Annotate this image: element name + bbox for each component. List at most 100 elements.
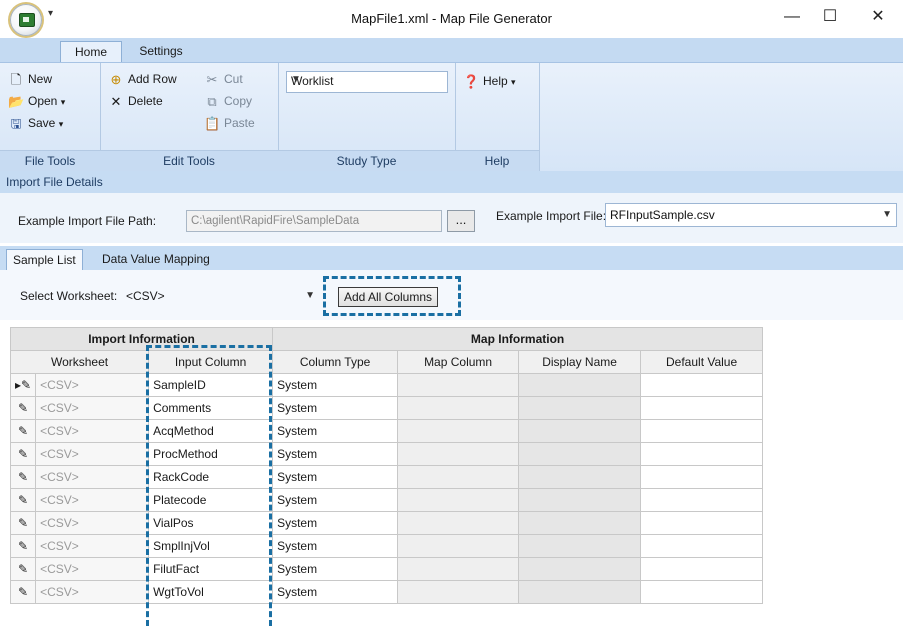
default-value-cell[interactable] <box>640 511 764 535</box>
browse-button[interactable]: ... <box>447 210 475 232</box>
default-value-cell[interactable] <box>640 557 764 581</box>
worksheet-cell[interactable]: <CSV> <box>35 534 150 558</box>
row-edit-pencil-icon[interactable]: ✎ <box>9 396 37 420</box>
tab-home[interactable]: Home <box>60 41 122 63</box>
worksheet-cell[interactable]: <CSV> <box>35 580 150 604</box>
open-button[interactable]: 📂 Open ▾ <box>8 91 65 111</box>
import-path-field[interactable]: C:\agilent\RapidFire\SampleData <box>186 210 442 232</box>
column-type-cell[interactable]: System <box>272 396 399 420</box>
study-type-select[interactable]: Worklist ▼ <box>286 71 448 93</box>
copy-button[interactable]: ⧉ Copy <box>204 91 252 111</box>
row-edit-pencil-icon[interactable]: ✎ <box>9 419 37 443</box>
display-name-cell[interactable] <box>518 442 642 466</box>
display-name-cell[interactable] <box>518 580 642 604</box>
map-column-cell[interactable] <box>397 396 520 420</box>
default-value-cell[interactable] <box>640 373 764 397</box>
display-name-cell[interactable] <box>518 488 642 512</box>
row-edit-pencil-icon[interactable]: ✎ <box>9 557 37 581</box>
column-type-cell[interactable]: System <box>272 442 399 466</box>
table-row[interactable]: ✎ <CSV> ProcMethod System <box>9 442 764 466</box>
tab-sample-list[interactable]: Sample List <box>6 249 83 271</box>
map-column-cell[interactable] <box>397 465 520 489</box>
map-column-cell[interactable] <box>397 419 520 443</box>
map-column-cell[interactable] <box>397 580 520 604</box>
default-value-cell[interactable] <box>640 396 764 420</box>
worksheet-cell[interactable]: <CSV> <box>35 511 150 535</box>
worksheet-cell[interactable]: <CSV> <box>35 442 150 466</box>
add-row-button[interactable]: ⊕ Add Row <box>108 69 177 89</box>
row-edit-pencil-icon[interactable]: ✎ <box>9 488 37 512</box>
display-name-cell[interactable] <box>518 396 642 420</box>
tab-settings[interactable]: Settings <box>128 41 194 62</box>
table-row[interactable]: ✎ <CSV> Platecode System <box>9 488 764 512</box>
display-name-cell[interactable] <box>518 419 642 443</box>
default-value-cell[interactable] <box>640 419 764 443</box>
map-column-cell[interactable] <box>397 442 520 466</box>
default-value-cell[interactable] <box>640 580 764 604</box>
default-value-header[interactable]: Default Value <box>640 350 764 374</box>
row-edit-pencil-icon[interactable]: ✎ <box>9 465 37 489</box>
help-button[interactable]: ❓ Help ▾ <box>463 71 516 91</box>
save-button[interactable]: 🖫 Save ▾ <box>8 113 63 133</box>
worksheet-cell[interactable]: <CSV> <box>35 488 150 512</box>
map-column-cell[interactable] <box>397 557 520 581</box>
column-type-cell[interactable]: System <box>272 511 399 535</box>
paste-button[interactable]: 📋 Paste <box>204 113 255 133</box>
column-type-cell[interactable]: System <box>272 465 399 489</box>
row-edit-pencil-icon[interactable]: ▸✎ <box>9 373 37 397</box>
row-edit-pencil-icon[interactable]: ✎ <box>9 534 37 558</box>
display-name-cell[interactable] <box>518 465 642 489</box>
tab-data-value-mapping[interactable]: Data Value Mapping <box>96 249 216 270</box>
table-row[interactable]: ✎ <CSV> RackCode System <box>9 465 764 489</box>
table-row[interactable]: ✎ <CSV> VialPos System <box>9 511 764 535</box>
worksheet-cell[interactable]: <CSV> <box>35 465 150 489</box>
worksheet-select[interactable]: <CSV> ▼ <box>126 285 319 307</box>
display-name-header[interactable]: Display Name <box>518 350 642 374</box>
maximize-button[interactable]: ☐ <box>816 6 844 28</box>
column-type-cell[interactable]: System <box>272 488 399 512</box>
map-column-cell[interactable] <box>397 534 520 558</box>
map-column-cell[interactable] <box>397 511 520 535</box>
cut-button[interactable]: ✂ Cut <box>204 69 243 89</box>
new-button[interactable]: 🗋 New <box>8 69 52 89</box>
table-row[interactable]: ✎ <CSV> FilutFact System <box>9 557 764 581</box>
default-value-cell[interactable] <box>640 488 764 512</box>
row-edit-pencil-icon[interactable]: ✎ <box>9 511 37 535</box>
column-type-cell[interactable]: System <box>272 580 399 604</box>
file-tools-label: File Tools <box>0 150 100 171</box>
column-type-cell[interactable]: System <box>272 557 399 581</box>
display-name-cell[interactable] <box>518 511 642 535</box>
clipboard-icon: 📋 <box>204 115 221 131</box>
column-type-cell[interactable]: System <box>272 373 399 397</box>
display-name-cell[interactable] <box>518 373 642 397</box>
display-name-cell[interactable] <box>518 534 642 558</box>
worksheet-cell[interactable]: <CSV> <box>35 373 150 397</box>
table-row[interactable]: ✎ <CSV> Comments System <box>9 396 764 420</box>
delete-button[interactable]: ✕ Delete <box>108 91 163 111</box>
map-column-header[interactable]: Map Column <box>397 350 520 374</box>
table-row[interactable]: ▸✎ <CSV> SampleID System <box>9 373 764 397</box>
map-column-cell[interactable] <box>397 488 520 512</box>
column-type-cell[interactable]: System <box>272 534 399 558</box>
copy-icon: ⧉ <box>207 93 217 109</box>
import-file-select[interactable]: RFInputSample.csv ▼ <box>605 203 897 227</box>
row-edit-pencil-icon[interactable]: ✎ <box>9 442 37 466</box>
table-row[interactable]: ✎ <CSV> AcqMethod System <box>9 419 764 443</box>
minimize-button[interactable]: — <box>778 6 806 28</box>
default-value-cell[interactable] <box>640 534 764 558</box>
close-button[interactable]: ✕ <box>864 6 892 28</box>
worksheet-value: <CSV> <box>126 289 165 303</box>
display-name-cell[interactable] <box>518 557 642 581</box>
map-column-cell[interactable] <box>397 373 520 397</box>
worksheet-column-header[interactable]: Worksheet <box>9 350 150 374</box>
row-edit-pencil-icon[interactable]: ✎ <box>9 580 37 604</box>
column-type-cell[interactable]: System <box>272 419 399 443</box>
worksheet-cell[interactable]: <CSV> <box>35 419 150 443</box>
worksheet-cell[interactable]: <CSV> <box>35 557 150 581</box>
table-row[interactable]: ✎ <CSV> SmplInjVol System <box>9 534 764 558</box>
column-type-header[interactable]: Column Type <box>272 350 399 374</box>
table-row[interactable]: ✎ <CSV> WgtToVol System <box>9 580 764 604</box>
worksheet-cell[interactable]: <CSV> <box>35 396 150 420</box>
default-value-cell[interactable] <box>640 442 764 466</box>
default-value-cell[interactable] <box>640 465 764 489</box>
